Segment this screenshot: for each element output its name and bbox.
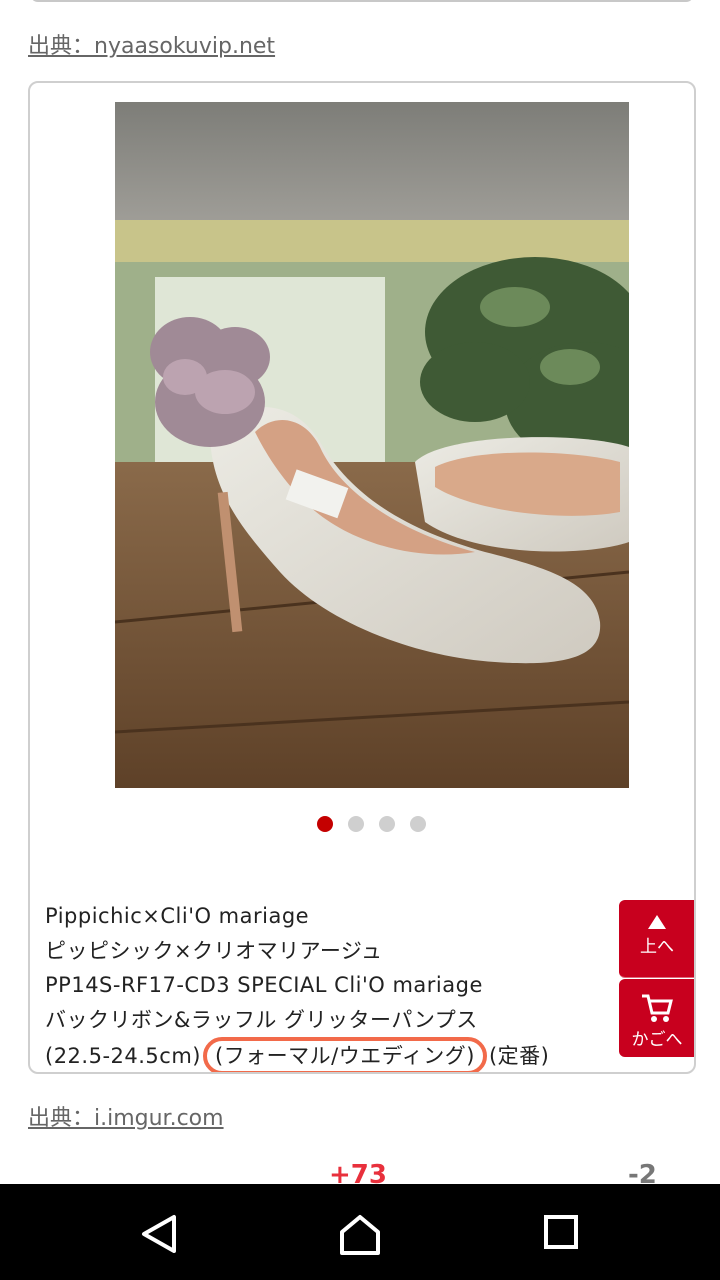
highlighted-category: (フォーマル/ウエディング): [202, 1037, 487, 1072]
back-triangle-icon[interactable]: [140, 1214, 178, 1254]
carousel-dot-3[interactable]: [379, 816, 395, 832]
carousel-dot-4[interactable]: [410, 816, 426, 832]
standard-tag: (定番): [488, 1044, 550, 1068]
product-name-en: Pippichic×Cli'O mariage: [45, 904, 310, 928]
product-photo[interactable]: [115, 102, 629, 788]
product-name-ja: ピッピシック×クリオマリアージュ: [45, 938, 383, 963]
product-description: Pippichic×Cli'O mariage ピッピシック×クリオマリアージュ…: [45, 899, 665, 1072]
cart-icon: [642, 994, 673, 1022]
scroll-to-top-button[interactable]: 上へ: [619, 900, 694, 978]
product-size-line: (22.5-24.5cm) (フォーマル/ウエディング) (定番): [45, 1037, 665, 1072]
source-link-top[interactable]: 出典：nyaasokuvip.net: [28, 28, 275, 60]
carousel-dot-1[interactable]: [317, 816, 333, 832]
carousel-dot-2[interactable]: [348, 816, 364, 832]
cart-button[interactable]: かごへ: [619, 979, 694, 1057]
product-code: PP14S-RF17-CD3 SPECIAL Cli'O mariage: [45, 973, 483, 997]
scroll-to-top-label: 上へ: [640, 937, 674, 957]
triangle-up-icon: [648, 915, 666, 929]
android-navigation-bar: [0, 1184, 720, 1280]
source-link-bottom[interactable]: 出典：i.imgur.com: [28, 1100, 224, 1132]
carousel-indicator[interactable]: [317, 816, 426, 832]
product-card: Pippichic×Cli'O mariage ピッピシック×クリオマリアージュ…: [28, 81, 696, 1074]
home-icon[interactable]: [338, 1214, 382, 1256]
product-type: バックリボン&ラッフル グリッターパンプス: [45, 1007, 478, 1032]
size-range: (22.5-24.5cm): [45, 1044, 201, 1068]
square-icon[interactable]: [543, 1214, 579, 1250]
cart-label: かごへ: [631, 1030, 683, 1050]
previous-card-edge: [30, 0, 694, 2]
